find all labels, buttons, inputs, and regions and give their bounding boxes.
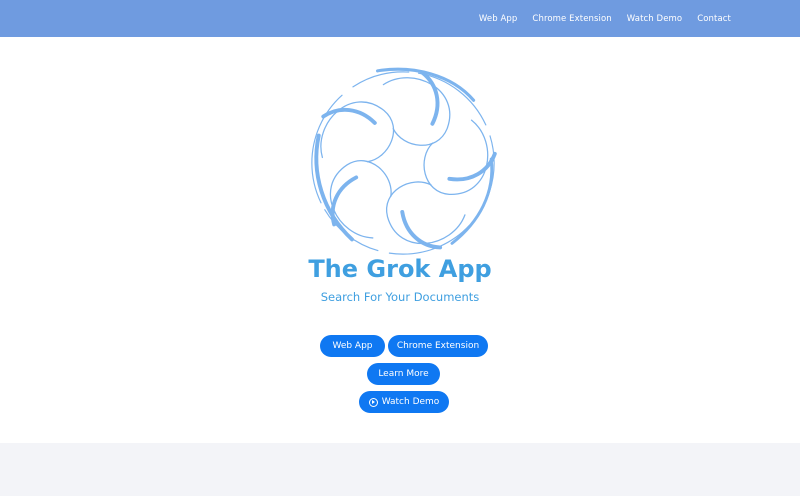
nav-link-watch-demo[interactable]: Watch Demo — [627, 14, 682, 24]
nav-link-chrome-extension[interactable]: Chrome Extension — [532, 14, 611, 24]
web-app-button-label: Web App — [332, 341, 373, 351]
web-app-button[interactable]: Web App — [320, 335, 385, 357]
hero-section: The Grok App Search For Your Documents W… — [0, 37, 800, 443]
learn-more-button-label: Learn More — [378, 369, 429, 379]
chrome-extension-button[interactable]: Chrome Extension — [388, 335, 488, 357]
learn-more-button[interactable]: Learn More — [367, 363, 440, 385]
main-nav: Web App Chrome Extension Watch Demo Cont… — [479, 0, 731, 37]
nav-link-web-app[interactable]: Web App — [479, 14, 518, 24]
play-icon — [368, 397, 378, 407]
swirl-logo-icon — [311, 67, 497, 255]
watch-demo-button-label: Watch Demo — [381, 397, 440, 407]
top-navigation-bar: Web App Chrome Extension Watch Demo Cont… — [0, 0, 800, 37]
page-subtitle: Search For Your Documents — [320, 290, 480, 304]
chrome-extension-button-label: Chrome Extension — [396, 341, 480, 351]
watch-demo-button[interactable]: Watch Demo — [359, 391, 449, 413]
page-title: The Grok App — [308, 255, 492, 283]
footer-band — [0, 443, 800, 496]
nav-link-contact[interactable]: Contact — [697, 14, 731, 24]
